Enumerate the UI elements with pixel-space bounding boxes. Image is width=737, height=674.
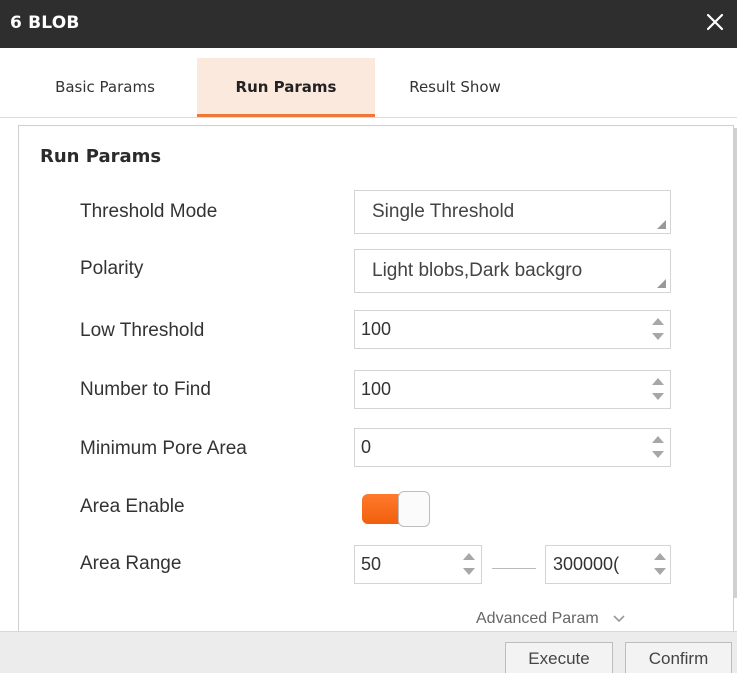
tab-run-params[interactable]: Run Params (197, 58, 375, 117)
execute-button[interactable]: Execute (505, 642, 613, 673)
number-to-find-input[interactable]: 100 (354, 370, 671, 409)
title-bar: 6 BLOB (0, 0, 737, 48)
tab-result-show[interactable]: Result Show (380, 58, 530, 117)
threshold-mode-label: Threshold Mode (80, 201, 218, 222)
polarity-value: Light blobs,Dark backgro (372, 260, 583, 281)
dropdown-corner-icon (657, 279, 666, 288)
toggle-knob (398, 491, 430, 527)
low-threshold-label: Low Threshold (80, 320, 205, 341)
advanced-param-label: Advanced Param (476, 610, 599, 628)
spinner-arrows-icon[interactable] (654, 553, 666, 577)
spinner-arrows-icon[interactable] (463, 553, 475, 577)
number-to-find-value: 100 (361, 379, 392, 399)
close-icon[interactable] (701, 8, 729, 36)
polarity-label: Polarity (80, 258, 144, 279)
area-range-min-value: 50 (361, 554, 382, 574)
window-title: 6 BLOB (10, 13, 80, 33)
low-threshold-value: 100 (361, 319, 392, 339)
min-pore-area-label: Minimum Pore Area (80, 438, 247, 459)
area-enable-toggle[interactable] (362, 491, 430, 527)
threshold-mode-select[interactable]: Single Threshold (354, 190, 671, 234)
tab-bar: Basic Params Run Params Result Show (0, 58, 737, 118)
dropdown-corner-icon (657, 220, 666, 229)
area-range-min-input[interactable]: 50 (354, 545, 482, 584)
chevron-down-icon (613, 610, 625, 628)
area-range-max-input[interactable]: 300000( (545, 545, 671, 584)
min-pore-area-value: 0 (361, 437, 372, 457)
polarity-select[interactable]: Light blobs,Dark backgro (354, 249, 671, 293)
range-separator (492, 568, 536, 569)
tab-basic-params[interactable]: Basic Params (20, 58, 190, 117)
threshold-mode-value: Single Threshold (372, 201, 515, 222)
section-title: Run Params (40, 146, 162, 167)
advanced-param-toggle[interactable]: Advanced Param (476, 610, 625, 628)
min-pore-area-input[interactable]: 0 (354, 428, 671, 467)
scrollbar[interactable] (733, 128, 737, 598)
confirm-button[interactable]: Confirm (625, 642, 732, 673)
spinner-arrows-icon[interactable] (652, 436, 664, 460)
area-range-max-value: 300000( (553, 554, 620, 574)
area-range-label: Area Range (80, 553, 182, 574)
spinner-arrows-icon[interactable] (652, 378, 664, 402)
spinner-arrows-icon[interactable] (652, 318, 664, 342)
number-to-find-label: Number to Find (80, 379, 211, 400)
low-threshold-input[interactable]: 100 (354, 310, 671, 349)
area-enable-label: Area Enable (80, 496, 185, 517)
